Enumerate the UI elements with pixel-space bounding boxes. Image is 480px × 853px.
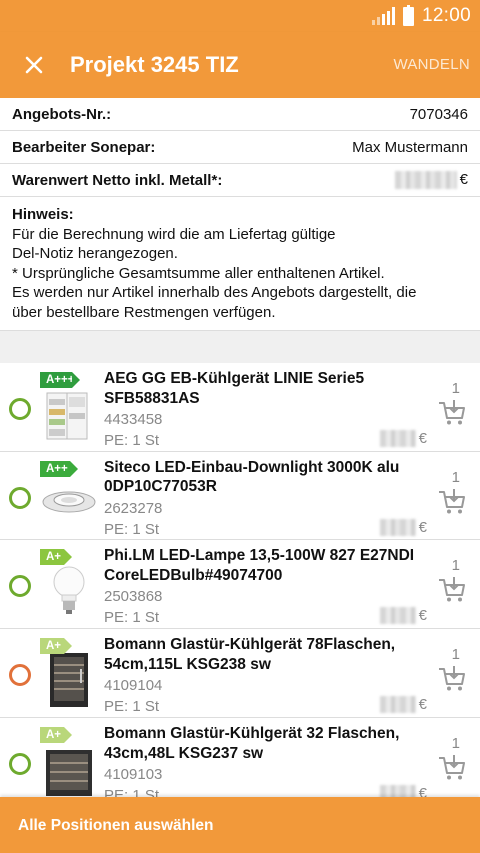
product-name: Bomann Glastür-Kühlgerät 78Flaschen, 54c…: [104, 636, 396, 673]
offer-info: Angebots-Nr.: 7070346 Bearbeiter Sonepar…: [0, 98, 480, 331]
hint-line: * Ursprüngliche Gesamtsumme aller enthal…: [12, 264, 385, 282]
article-number: 4109103: [104, 765, 163, 783]
add-to-cart-icon[interactable]: [437, 397, 467, 427]
energy-label: A+: [40, 638, 72, 655]
editor-value: Max Mustermann: [352, 138, 468, 156]
quantity: 1: [451, 557, 460, 575]
select-radio[interactable]: [9, 752, 31, 775]
add-to-cart-icon[interactable]: [437, 574, 467, 604]
price-currency: €: [418, 607, 427, 625]
select-radio[interactable]: [9, 664, 31, 687]
editor-label: Bearbeiter Sonepar:: [12, 138, 156, 156]
quantity: 1: [451, 734, 460, 752]
product-name: AEG GG EB-Kühlgerät LINIE Serie5 SFB5883…: [104, 370, 365, 407]
hint-title: Hinweis:: [12, 206, 74, 223]
item-list: A+++ AEG GG EB-Kühlgerät LINIE Serie5 SF…: [0, 363, 480, 807]
hint-text: Hinweis: Für die Berechnung wird die am …: [0, 197, 480, 331]
blurred-amount: [379, 518, 416, 536]
energy-label: A+: [40, 549, 72, 566]
clock: 12:00: [421, 5, 471, 26]
add-to-cart-icon[interactable]: [437, 486, 467, 516]
product-name: Phi.LM LED-Lampe 13,5-100W 827 E27NDI Co…: [104, 547, 415, 585]
select-radio[interactable]: [9, 575, 31, 598]
quantity: 1: [451, 380, 460, 397]
blurred-amount: [379, 607, 416, 625]
price: €: [379, 607, 427, 625]
article-number: 4433458: [104, 411, 163, 428]
add-to-cart-icon[interactable]: [437, 663, 467, 693]
list-item[interactable]: A++ Siteco LED-Einbau-Downlight 3000K al…: [0, 451, 480, 541]
select-radio[interactable]: [9, 486, 31, 509]
net-value-currency: €: [459, 170, 468, 188]
quantity: 1: [451, 468, 460, 486]
net-value-row: Warenwert Netto inkl. Metall*: €: [0, 164, 480, 197]
energy-label: A+: [40, 726, 72, 743]
article-number: 2623278: [104, 499, 163, 517]
close-icon[interactable]: [18, 49, 50, 81]
blurred-amount: [379, 430, 416, 447]
hint-line: über bestellbare Restmengen verfügen.: [12, 303, 276, 321]
signal-icon: [371, 7, 395, 25]
select-all-button[interactable]: Alle Positionen auswählen: [18, 817, 214, 835]
energy-label: A++: [40, 460, 78, 477]
hint-line: Del-Notiz herangezogen.: [12, 245, 178, 263]
bottom-bar: Alle Positionen auswählen: [0, 797, 480, 853]
convert-button[interactable]: WANDELN: [393, 56, 470, 73]
packing-unit: PE: 1 St: [104, 698, 160, 716]
hint-line: Es werden nur Artikel innerhalb des Ange…: [12, 284, 417, 302]
status-bar: 12:00: [0, 0, 480, 32]
net-value: €: [394, 170, 468, 190]
price-currency: €: [418, 696, 427, 714]
packing-unit: PE: 1 St: [104, 609, 160, 627]
product-name: Bomann Glastür-Kühlgerät 32 Flaschen, 43…: [104, 724, 400, 762]
price: €: [379, 518, 427, 536]
list-item[interactable]: A+ Phi.LM LED-Lampe 13,5-100W 827 E27NDI…: [0, 540, 480, 630]
list-item[interactable]: A+ Bomann Glastür-Kühlgerät 32 Flaschen,…: [0, 717, 480, 807]
list-item[interactable]: A+ Bomann Glastür-Kühlgerät 78Flaschen, …: [0, 629, 480, 718]
packing-unit: PE: 1 St: [104, 520, 160, 538]
page-title: Projekt 3245 TIZ: [70, 52, 239, 77]
offer-number-value: 7070346: [409, 105, 468, 123]
price: €: [379, 696, 427, 714]
editor-row: Bearbeiter Sonepar: Max Mustermann: [0, 131, 480, 164]
article-number: 2503868: [104, 588, 163, 606]
offer-number-label: Angebots-Nr.:: [12, 105, 112, 123]
battery-icon: [402, 4, 414, 26]
hint-line: Für die Berechnung wird die am Liefertag…: [12, 225, 336, 243]
price-currency: €: [418, 518, 427, 536]
price: €: [379, 430, 427, 447]
price-currency: €: [418, 430, 427, 447]
add-to-cart-icon[interactable]: [437, 752, 467, 782]
quantity: 1: [451, 646, 460, 664]
app-bar: Projekt 3245 TIZ WANDELN: [0, 32, 480, 98]
article-number: 4109104: [104, 677, 163, 695]
blurred-amount: [394, 171, 457, 190]
packing-unit: PE: 1 St: [104, 432, 160, 449]
select-radio[interactable]: [9, 398, 31, 420]
product-name: Siteco LED-Einbau-Downlight 3000K alu 0D…: [104, 458, 400, 496]
net-value-label: Warenwert Netto inkl. Metall*:: [12, 171, 223, 189]
offer-number-row: Angebots-Nr.: 7070346: [0, 98, 480, 131]
energy-label: A+++: [40, 372, 80, 388]
list-item[interactable]: A+++ AEG GG EB-Kühlgerät LINIE Serie5 SF…: [0, 363, 480, 452]
blurred-amount: [379, 696, 416, 714]
